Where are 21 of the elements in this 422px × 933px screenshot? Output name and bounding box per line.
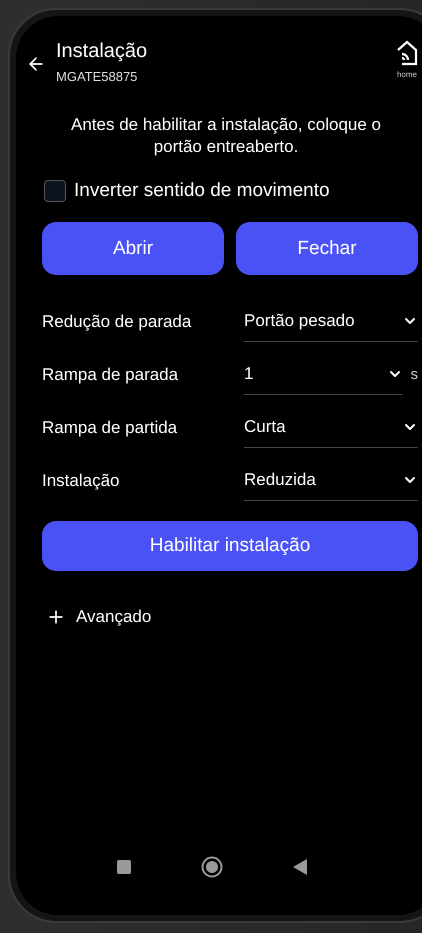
enable-installation-button[interactable]: Habilitar instalação [42,521,418,571]
setting-label: Instalação [42,471,120,492]
home-nav-icon[interactable] [201,856,223,878]
back-nav-icon[interactable] [293,859,307,875]
advanced-toggle[interactable]: Avançado [46,607,152,627]
instruction-text: Antes de habilitar a instalação, coloque o portão entreaberto. [70,114,382,158]
page-title: Instalação [56,40,148,63]
device-id: MGATE58875 [56,69,138,84]
dropdown-field[interactable]: 1 [244,364,402,395]
setting-label: Rampa de parada [42,365,180,386]
action-button[interactable]: Fechar [236,222,418,275]
setting-label: Redução de parada [42,312,192,333]
dropdown-field[interactable]: Curta [244,417,418,448]
setting-label: Rampa de partida [42,418,178,439]
action-button[interactable]: Abrir [42,222,224,275]
dropdown-field[interactable]: Portão pesado [244,311,418,342]
unit-label: s [410,366,418,385]
dropdown-field[interactable]: Reduzida [244,470,418,501]
home-button[interactable]: home [396,40,418,79]
checkbox-label: Inverter sentido de movimento [74,180,330,202]
checkbox[interactable] [44,180,66,202]
